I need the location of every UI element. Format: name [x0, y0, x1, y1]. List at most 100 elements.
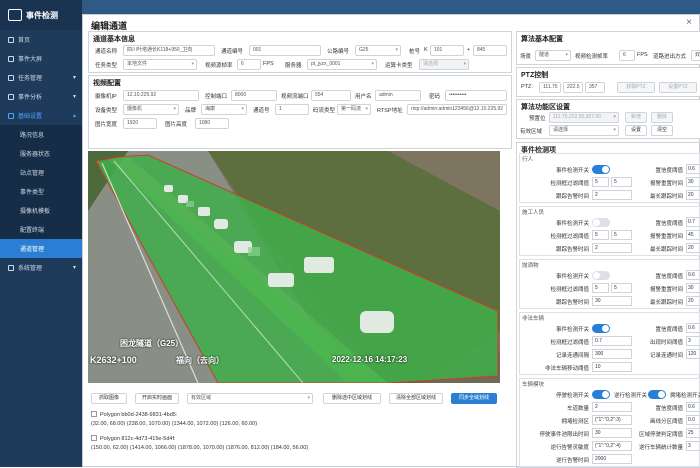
ptz-tilt-input[interactable]: 222.5 [563, 82, 583, 93]
road-no-select[interactable]: G25 [355, 45, 401, 56]
param-input[interactable]: 20 [686, 243, 700, 253]
toggle-switch[interactable] [592, 324, 610, 333]
param-input[interactable]: 0.6 [686, 323, 700, 333]
clear-all-region-button[interactable]: 清除全部区域划线 [389, 393, 443, 404]
card-type-select[interactable]: 请选择 [419, 59, 469, 70]
preset-select[interactable]: 111.75,222.50,357.00 [549, 112, 619, 123]
channel-no-input[interactable]: 001 [249, 45, 321, 56]
realtime-view-button[interactable]: 开启实时画面 [135, 393, 179, 404]
toggle-switch[interactable] [592, 390, 610, 399]
param-input[interactable]: 45 [686, 230, 700, 240]
region-select[interactable]: 有效区域 [187, 393, 313, 404]
task-type-select[interactable]: 本地文件 [123, 59, 197, 70]
delete-preset-button[interactable]: 删除 [651, 112, 673, 123]
toggle-switch[interactable] [592, 271, 610, 280]
param-input[interactable]: 5 [611, 177, 632, 187]
param-input[interactable]: 5 [611, 230, 632, 240]
toggle-switch[interactable] [592, 218, 610, 227]
polygon-item[interactable]: Polygon bb0d-2438-9831-4bd5: [91, 411, 177, 418]
get-ptz-button[interactable]: 获取PTZ [617, 82, 655, 93]
add-preset-button[interactable]: 新增 [625, 112, 647, 123]
road-mode-select[interactable]: 双 [691, 50, 700, 61]
capture-image-button[interactable]: 抓取图像 [91, 393, 127, 404]
param-input[interactable]: 2 [592, 243, 632, 253]
clear-area-button[interactable]: 清空 [651, 125, 673, 136]
scene-select[interactable]: 隧道 [535, 50, 571, 61]
param-input[interactable]: 2000 [592, 454, 632, 464]
control-port-input[interactable]: 8000 [231, 90, 277, 101]
param-input[interactable]: 5 [611, 283, 632, 293]
param-input[interactable]: 0.6 [686, 164, 700, 174]
submenu-item[interactable]: 配置终端 [0, 220, 82, 239]
param-input[interactable]: 0.7 [686, 217, 700, 227]
device-type-select[interactable]: 摄像机 [123, 104, 179, 115]
channel-name-input[interactable]: 四川叶塔通长K118+950_卫向 [123, 45, 215, 56]
param-input[interactable]: 0.7 [592, 336, 632, 346]
param-input[interactable]: 30 [686, 283, 700, 293]
param-input[interactable]: 10 [592, 362, 632, 372]
param-input[interactable]: 120 [686, 349, 700, 359]
polygon-item[interactable]: Polygon 812c-4d73-415e-5d4f: [91, 435, 176, 442]
fps-input[interactable]: 6 [237, 59, 261, 70]
sidebar-item-dashboard[interactable]: 事件大屏 [0, 49, 82, 68]
param-input[interactable]: 30 [686, 177, 700, 187]
submenu-item[interactable]: 事件类型 [0, 182, 82, 201]
stream-type-select[interactable]: 第一码流 [337, 104, 371, 115]
param-input[interactable]: 20 [686, 190, 700, 200]
checkbox[interactable] [91, 435, 97, 441]
param-input[interactable]: 5 [592, 283, 609, 293]
sidebar-item-settings[interactable]: 基础设置 ▴ [0, 106, 82, 125]
ptz-pan-input[interactable]: 111.75 [539, 82, 561, 93]
sidebar-item-tasks[interactable]: 任务管理 ▾ [0, 68, 82, 87]
param-input[interactable]: 5 [592, 177, 609, 187]
server-select[interactable]: pt_jyzx_0001 [307, 59, 377, 70]
param-input[interactable]: 3 [686, 441, 700, 451]
password-input[interactable]: •••••••••• [445, 90, 507, 101]
param-input[interactable]: 0.0 [686, 415, 700, 425]
param-input[interactable]: 5 [592, 230, 609, 240]
sync-region-button[interactable]: 同步全域划线 [451, 393, 497, 404]
param-input[interactable]: 20 [686, 296, 700, 306]
ptz-zoom-input[interactable]: 357 [585, 82, 605, 93]
rtsp-url-input[interactable]: rtsp://admin:admin123456@12.10.225.92 [407, 104, 507, 115]
pile-m-input[interactable]: 845 [473, 45, 507, 56]
sidebar-item-home[interactable]: 首页 [0, 30, 82, 49]
submenu-item[interactable]: 路况信息 [0, 125, 82, 144]
submenu-item[interactable]: 摄像机模板 [0, 201, 82, 220]
param-input[interactable]: 3 [686, 336, 700, 346]
toggle-switch[interactable] [648, 390, 666, 399]
brand-select[interactable]: 海康 [201, 104, 247, 115]
camera-video-canvas[interactable]: 困龙隧道（G25） K2632+100 福向（去向） 2022-12-16 14… [88, 151, 500, 383]
submenu-item[interactable]: 站点管理 [0, 163, 82, 182]
image-height-input[interactable]: 1080 [195, 118, 229, 129]
submenu-item[interactable]: 服务器状态 [0, 144, 82, 163]
param-input[interactable]: ("1":"0,2":3) [592, 415, 632, 425]
set-area-button[interactable]: 设置 [625, 125, 647, 136]
param-input[interactable]: 2 [592, 190, 632, 200]
image-width-input[interactable]: 1920 [123, 118, 157, 129]
stream-port-input[interactable]: 554 [311, 90, 351, 101]
channel-number-input[interactable]: 1 [275, 104, 309, 115]
detect-fps-input[interactable]: 6 [619, 50, 635, 61]
close-icon[interactable]: × [683, 17, 695, 29]
submenu-item-channel[interactable]: 通道管理 [0, 239, 82, 258]
delete-selected-region-button[interactable]: 删除选中区域划线 [323, 393, 381, 404]
sidebar-item-analysis[interactable]: 事件分析 ▾ [0, 87, 82, 106]
param-input[interactable]: 0.6 [686, 402, 700, 412]
username-input[interactable]: admin [375, 90, 421, 101]
checkbox[interactable] [91, 411, 97, 417]
sidebar-item-system[interactable]: 系统管理 ▾ [0, 258, 82, 277]
set-ptz-button[interactable]: 设置PTZ [659, 82, 697, 93]
pile-km-input[interactable]: 101 [430, 45, 464, 56]
param-input[interactable]: 0.6 [686, 270, 700, 280]
param-input[interactable]: 300 [592, 349, 632, 359]
camera-ip-input[interactable]: 12.10.225.92 [123, 90, 199, 101]
toggle-switch[interactable] [592, 165, 610, 174]
valid-area-select[interactable]: 请选择 [549, 125, 619, 136]
param-input[interactable]: 30 [592, 296, 632, 306]
field-label: 任务类型 [95, 63, 118, 69]
param-input[interactable]: 25 [686, 428, 700, 438]
param-input[interactable]: 30 [592, 428, 632, 438]
param-input[interactable]: ("1":"0,2":4) [592, 441, 632, 451]
param-input[interactable]: 2 [592, 402, 632, 412]
